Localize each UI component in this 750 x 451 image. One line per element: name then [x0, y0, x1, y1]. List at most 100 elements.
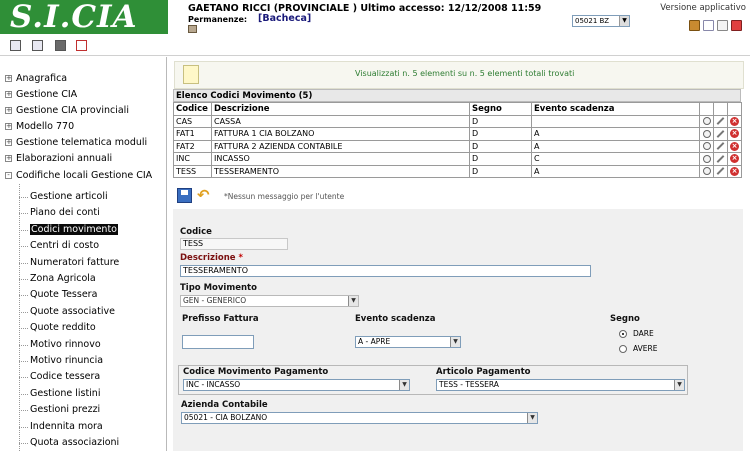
- app-logo: S.I.CIA: [0, 0, 168, 35]
- table-row[interactable]: CAS CASSA D ×: [173, 114, 742, 128]
- col-codice[interactable]: Codice: [173, 102, 212, 116]
- view-icon[interactable]: [702, 117, 711, 126]
- tree-group-elaborazioni-annuali[interactable]: + Elaborazioni annuali: [5, 152, 112, 166]
- evento-scadenza-select[interactable]: A - APRE ▼: [355, 336, 461, 348]
- tree-group-gestione-cia[interactable]: + Gestione CIA: [5, 88, 77, 102]
- sidebar-item-centri-di-costo[interactable]: Centri di costo: [30, 239, 99, 253]
- delete-icon[interactable]: ×: [730, 166, 739, 176]
- col-evento-scadenza[interactable]: Evento scadenza: [531, 102, 700, 116]
- expand-icon[interactable]: +: [5, 91, 12, 98]
- table-row[interactable]: TESS TESSERAMENTO D A ×: [173, 164, 742, 178]
- prefisso-fattura-field[interactable]: [182, 335, 254, 349]
- expand-icon[interactable]: +: [5, 155, 12, 162]
- view-icon[interactable]: [702, 154, 711, 163]
- tree-group-anagrafica[interactable]: + Anagrafica: [5, 72, 67, 86]
- tree-group-label: Codifiche locali Gestione CIA: [16, 170, 153, 181]
- sidebar-item-gestione-listini[interactable]: Gestione listini: [30, 387, 100, 401]
- sidebar-item-codici-movimento[interactable]: Codici movimento: [30, 223, 118, 237]
- tree-connector: [19, 262, 28, 264]
- tree-group-label: Gestione CIA: [16, 89, 78, 100]
- edit-icon[interactable]: [716, 129, 725, 138]
- descrizione-field[interactable]: TESSERAMENTO: [180, 265, 591, 277]
- delete-icon[interactable]: ×: [730, 116, 739, 126]
- table-row[interactable]: FAT2 FATTURA 2 AZIENDA CONTABILE D A ×: [173, 139, 742, 153]
- home-icon[interactable]: [717, 20, 728, 31]
- sidebar-item-quote-reddito[interactable]: Quote reddito: [30, 321, 96, 335]
- tree-group-modello-770[interactable]: + Modello 770: [5, 120, 74, 134]
- sidebar-item-motivo-rinuncia[interactable]: Motivo rinuncia: [30, 354, 103, 368]
- sidebar-item-indennita-mora[interactable]: Indennita mora: [30, 420, 103, 434]
- sidebar-item-label: Piano dei conti: [30, 207, 100, 219]
- evento-scadenza-label: Evento scadenza: [355, 314, 436, 324]
- bookmark-icon[interactable]: [188, 25, 197, 33]
- radio-avere[interactable]: [619, 345, 627, 353]
- tipo-movimento-select[interactable]: GEN - GENERICO ▼: [180, 295, 359, 307]
- tree-connector: [19, 311, 28, 313]
- view-icon[interactable]: [702, 167, 711, 176]
- chevron-down-icon: ▼: [450, 337, 460, 347]
- permanenze-value[interactable]: [Bacheca]: [258, 13, 311, 24]
- edit-icon[interactable]: [716, 117, 725, 126]
- sidebar-item-piano-dei-conti[interactable]: Piano dei conti: [30, 206, 100, 220]
- org-select[interactable]: 05021 BZ ▼: [572, 15, 630, 27]
- tree-connector: [19, 426, 28, 428]
- books-icon[interactable]: [689, 20, 700, 31]
- sidebar-item-quote-tessera[interactable]: Quote Tessera: [30, 288, 97, 302]
- edit-icon[interactable]: [716, 142, 725, 151]
- version-label[interactable]: Versione applicativo: [660, 3, 746, 13]
- sidebar-item-label: Quote reddito: [30, 322, 96, 334]
- radio-dare[interactable]: [619, 330, 627, 338]
- book-icon[interactable]: [55, 40, 66, 51]
- expand-icon[interactable]: +: [5, 123, 12, 130]
- bookmark-red-icon[interactable]: [76, 40, 87, 51]
- org-select-value: 05021 BZ: [575, 17, 610, 25]
- edit-icon[interactable]: [716, 154, 725, 163]
- tree-group-gestione-cia-provinciali[interactable]: + Gestione CIA provinciali: [5, 104, 129, 118]
- window-alt-icon[interactable]: [32, 40, 43, 51]
- delete-icon[interactable]: ×: [730, 154, 739, 164]
- expand-icon[interactable]: +: [5, 107, 12, 114]
- delete-icon[interactable]: ×: [730, 141, 739, 151]
- sidebar-item-motivo-rinnovo[interactable]: Motivo rinnovo: [30, 338, 101, 352]
- codice-movimento-pagamento-select[interactable]: INC - INCASSO ▼: [183, 379, 410, 391]
- edit-cell: [713, 164, 728, 178]
- table-row[interactable]: INC INCASSO D C ×: [173, 152, 742, 166]
- expand-icon[interactable]: +: [5, 139, 12, 146]
- logout-icon[interactable]: [731, 20, 742, 31]
- edit-icon[interactable]: [716, 167, 725, 176]
- sidebar-item-codice-tessera[interactable]: Codice tessera: [30, 370, 100, 384]
- col-segno[interactable]: Segno: [469, 102, 532, 116]
- sidebar-item-zona-agricola[interactable]: Zona Agricola: [30, 272, 96, 286]
- col-descrizione[interactable]: Descrizione: [211, 102, 470, 116]
- sidebar-item-numeratori-fatture[interactable]: Numeratori fatture: [30, 256, 119, 270]
- document-icon[interactable]: [703, 20, 714, 31]
- view-icon[interactable]: [702, 129, 711, 138]
- sidebar-item-label: Zona Agricola: [30, 273, 96, 284]
- delete-icon[interactable]: ×: [730, 129, 739, 139]
- sidebar-item-gestioni-prezzi[interactable]: Gestioni prezzi: [30, 403, 100, 417]
- col-edit: [713, 102, 728, 116]
- sidebar-item-quote-associative[interactable]: Quote associative: [30, 305, 115, 319]
- sidebar-item-label: Indennita mora: [30, 420, 103, 432]
- undo-button[interactable]: ↶: [197, 187, 213, 203]
- grid-title: Elenco Codici Movimento (5): [173, 89, 741, 102]
- articolo-pagamento-select[interactable]: TESS - TESSERA ▼: [436, 379, 685, 391]
- codice-field[interactable]: TESS: [180, 238, 288, 250]
- expand-icon[interactable]: +: [5, 75, 12, 82]
- sidebar-item-quota-associazioni[interactable]: Quota associazioni: [30, 436, 119, 450]
- azienda-contabile-select[interactable]: 05021 - CIA BOLZANO ▼: [181, 412, 538, 424]
- tree-connector: [19, 410, 28, 412]
- edit-cell: [713, 139, 728, 153]
- permanenze-label: Permanenze:: [188, 15, 248, 24]
- collapse-icon[interactable]: -: [5, 172, 12, 179]
- save-button[interactable]: [177, 188, 192, 203]
- sidebar-item-gestione-articoli[interactable]: Gestione articoli: [30, 190, 108, 204]
- table-row[interactable]: FAT1 FATTURA 1 CIA BOLZANO D A ×: [173, 127, 742, 141]
- required-marker: *: [238, 253, 243, 263]
- tree-group-label: Anagrafica: [16, 73, 68, 84]
- codice-movimento-pagamento-value: INC - INCASSO: [186, 380, 241, 389]
- view-icon[interactable]: [702, 142, 711, 151]
- window-icon[interactable]: [10, 40, 21, 51]
- tree-group-gestione-telematica-moduli[interactable]: + Gestione telematica moduli: [5, 136, 147, 150]
- tree-group-codifiche-locali-gestione-cia[interactable]: - Codifiche locali Gestione CIA: [5, 169, 152, 183]
